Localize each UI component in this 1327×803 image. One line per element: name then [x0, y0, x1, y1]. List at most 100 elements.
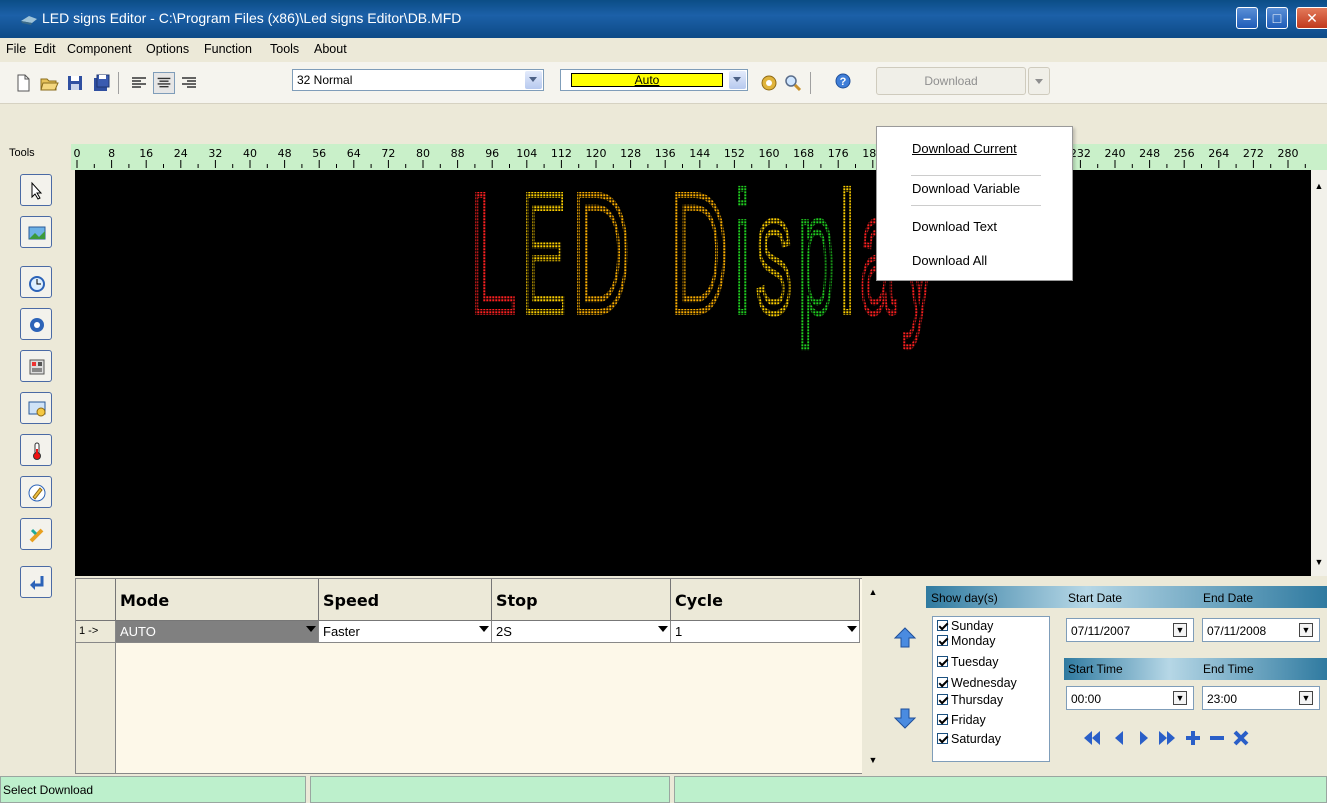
- color-select[interactable]: Auto: [560, 69, 748, 91]
- checkbox-checked[interactable]: [937, 656, 948, 667]
- checkbox-checked[interactable]: [937, 635, 948, 646]
- day-wednesday[interactable]: Wednesday: [937, 676, 1017, 690]
- menu-function[interactable]: Function: [204, 42, 252, 56]
- help-icon[interactable]: ?: [818, 67, 868, 95]
- align-center-icon[interactable]: [153, 72, 175, 94]
- move-up-icon[interactable]: [893, 626, 917, 650]
- minimize-button[interactable]: –: [1236, 7, 1258, 29]
- tool-marquee[interactable]: [20, 308, 52, 340]
- tool-counter[interactable]: [20, 350, 52, 382]
- date-dropdown-icon[interactable]: ▼: [1299, 623, 1313, 637]
- day-saturday[interactable]: Saturday: [937, 732, 1001, 746]
- save-as-icon[interactable]: [90, 72, 112, 94]
- align-left-icon[interactable]: [128, 72, 150, 94]
- menu-options[interactable]: Options: [146, 42, 189, 56]
- menu-download-current[interactable]: Download Current: [912, 141, 1017, 156]
- column-header-stop[interactable]: Stop: [492, 579, 671, 621]
- mode-cell[interactable]: AUTO: [116, 621, 319, 643]
- day-friday[interactable]: Friday: [937, 713, 986, 727]
- settings-gear-icon[interactable]: [758, 72, 780, 94]
- menu-about[interactable]: About: [314, 42, 347, 56]
- checkbox-checked[interactable]: [937, 694, 948, 705]
- menu-edit[interactable]: Edit: [34, 42, 56, 56]
- chevron-down-icon[interactable]: [847, 626, 857, 632]
- svg-text:?: ?: [840, 76, 847, 88]
- tool-picture[interactable]: [20, 216, 52, 248]
- tool-thermometer[interactable]: [20, 434, 52, 466]
- add-record-icon[interactable]: [1182, 728, 1204, 748]
- start-time-label: Start Time: [1068, 662, 1123, 676]
- cycle-cell[interactable]: 1: [671, 621, 860, 643]
- checkbox-checked[interactable]: [937, 714, 948, 725]
- font-size-select[interactable]: 32 Normal: [292, 69, 544, 91]
- download-dropdown-arrow[interactable]: [1028, 67, 1050, 95]
- last-record-icon[interactable]: [1156, 728, 1178, 748]
- chevron-down-icon[interactable]: [525, 71, 542, 89]
- ruler-tick-label: 272: [1243, 147, 1264, 160]
- day-monday[interactable]: Monday: [937, 634, 995, 648]
- checkbox-checked[interactable]: [937, 620, 948, 631]
- column-header-speed[interactable]: Speed: [319, 579, 492, 621]
- menu-download-all[interactable]: Download All: [912, 253, 987, 268]
- date-dropdown-icon[interactable]: ▼: [1173, 623, 1187, 637]
- next-record-icon[interactable]: [1132, 728, 1154, 748]
- time-dropdown-icon[interactable]: ▼: [1173, 691, 1187, 705]
- chevron-down-icon[interactable]: [306, 626, 316, 632]
- menu-file[interactable]: File: [6, 42, 26, 56]
- search-icon[interactable]: [782, 72, 804, 94]
- scroll-down-icon[interactable]: ▼: [867, 754, 879, 766]
- maximize-button[interactable]: □: [1266, 7, 1288, 29]
- scroll-down-icon[interactable]: ▼: [1313, 556, 1325, 568]
- column-header-mode[interactable]: Mode: [116, 579, 319, 621]
- day-sunday[interactable]: Sunday: [937, 619, 993, 633]
- tool-draw[interactable]: [20, 518, 52, 550]
- delete-record-icon[interactable]: [1206, 728, 1228, 748]
- chevron-down-icon[interactable]: [479, 626, 489, 632]
- scroll-up-icon[interactable]: ▲: [1313, 180, 1325, 192]
- day-tuesday[interactable]: Tuesday: [937, 655, 998, 669]
- scroll-up-icon[interactable]: ▲: [867, 586, 879, 598]
- led-display-canvas[interactable]: LEDDisplay: [75, 156, 1311, 576]
- thermometer-icon: [33, 442, 41, 460]
- new-file-icon[interactable]: [12, 72, 34, 94]
- menu-download-text[interactable]: Download Text: [912, 219, 997, 234]
- first-record-icon[interactable]: [1081, 728, 1103, 748]
- toolbar: 32 Normal Auto ? Download: [0, 62, 1327, 104]
- title-bar[interactable]: LED signs Editor - C:\Program Files (x86…: [0, 0, 1327, 38]
- canvas-scrollbar[interactable]: ▲ ▼: [1311, 170, 1327, 576]
- align-right-icon[interactable]: [178, 72, 200, 94]
- tool-enter[interactable]: [20, 566, 52, 598]
- checkbox-checked[interactable]: [937, 733, 948, 744]
- end-date-label: End Date: [1203, 591, 1254, 605]
- menu-component[interactable]: Component: [67, 42, 132, 56]
- speed-cell[interactable]: Faster: [319, 621, 492, 643]
- start-date-field[interactable]: 07/11/2007 ▼: [1066, 618, 1194, 642]
- day-thursday[interactable]: Thursday: [937, 693, 1003, 707]
- open-folder-icon[interactable]: [38, 72, 60, 94]
- close-button[interactable]: ✕: [1296, 7, 1327, 29]
- move-down-icon[interactable]: [893, 706, 917, 730]
- grid-scrollbar[interactable]: ▲ ▼: [862, 578, 886, 774]
- tool-clock[interactable]: [20, 266, 52, 298]
- ruler-tick-label: 96: [485, 147, 499, 160]
- end-date-field[interactable]: 07/11/2008 ▼: [1202, 618, 1320, 642]
- menu-tools[interactable]: Tools: [270, 42, 299, 56]
- previous-record-icon[interactable]: [1109, 728, 1131, 748]
- chevron-down-icon[interactable]: [729, 71, 746, 89]
- ruler-tick-label: 80: [416, 147, 430, 160]
- save-icon[interactable]: [64, 72, 86, 94]
- menu-download-variable[interactable]: Download Variable: [912, 181, 1020, 196]
- end-time-field[interactable]: 23:00 ▼: [1202, 686, 1320, 710]
- chevron-down-icon[interactable]: [658, 626, 668, 632]
- stop-cell[interactable]: 2S: [492, 621, 671, 643]
- tool-edit-pen[interactable]: [20, 476, 52, 508]
- column-header-cycle[interactable]: Cycle: [671, 579, 860, 621]
- tool-pointer[interactable]: [20, 174, 52, 206]
- checkbox-checked[interactable]: [937, 677, 948, 688]
- draw-icon: [29, 528, 44, 543]
- start-time-field[interactable]: 00:00 ▼: [1066, 686, 1194, 710]
- time-dropdown-icon[interactable]: ▼: [1299, 691, 1313, 705]
- download-button[interactable]: Download: [876, 67, 1026, 95]
- tool-datetime[interactable]: [20, 392, 52, 424]
- cancel-icon[interactable]: [1230, 728, 1252, 748]
